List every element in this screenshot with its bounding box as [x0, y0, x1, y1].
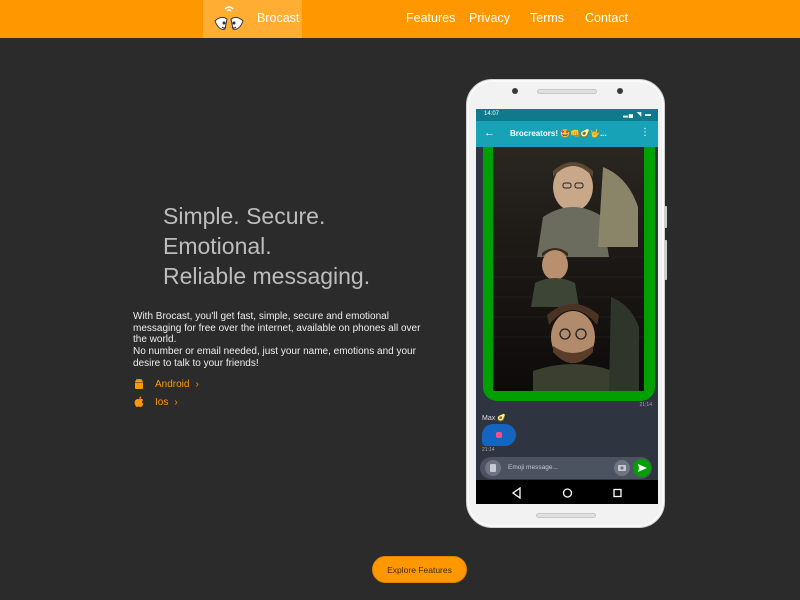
android-download-link[interactable]: Android › — [133, 378, 199, 390]
nav-back-icon[interactable] — [511, 486, 522, 504]
status-icons: ▂▄ ◥ ▬ — [623, 112, 652, 118]
camera-icon[interactable] — [614, 460, 630, 476]
android-nav-bar — [476, 480, 658, 504]
image-message[interactable] — [483, 147, 655, 401]
hero-description: With Brocast, you'll get fast, simple, s… — [133, 311, 423, 370]
ios-download-link[interactable]: Ios › — [133, 396, 178, 408]
phone-speaker — [537, 89, 597, 94]
hero-title-line: Emotional. — [163, 233, 272, 259]
back-arrow-icon[interactable]: ← — [484, 127, 495, 139]
image-message-time: 21:14 — [639, 402, 652, 408]
android-link-label: Android — [155, 378, 190, 390]
more-vert-icon[interactable]: ⋮ — [640, 127, 650, 138]
status-time: 14:07 — [484, 111, 500, 117]
brocast-logo-icon — [214, 6, 244, 30]
hero-title-line: Reliable messaging. — [163, 263, 371, 289]
chat-title: Brocreators! 🤩👊🥑🤟... — [510, 129, 607, 138]
emoji-message-input[interactable]: Emoji message... — [508, 464, 558, 471]
chevron-right-icon: › — [174, 396, 178, 408]
phone-camera — [512, 88, 518, 94]
nav-recents-icon[interactable] — [612, 486, 623, 504]
brand-name: Brocast — [257, 11, 300, 25]
send-icon[interactable] — [633, 459, 651, 477]
hero-title: Simple. Secure. Emotional. Reliable mess… — [163, 201, 370, 291]
emoji-icon — [496, 432, 502, 438]
phone-sensor — [617, 88, 623, 94]
hero-description-paragraph: With Brocast, you'll get fast, simple, s… — [133, 311, 421, 346]
brand-home-link[interactable]: Brocast — [203, 0, 302, 38]
emoji-message-time: 21:14 — [482, 447, 495, 453]
sender-name: Max 🥑 — [482, 415, 506, 422]
phone-side-button — [664, 240, 667, 280]
phone-side-button — [664, 206, 667, 228]
top-navbar: Brocast Features Privacy Terms Contact — [0, 0, 800, 38]
android-icon — [135, 378, 143, 389]
message-compose-bar: Emoji message... — [480, 457, 652, 479]
nav-link-features[interactable]: Features — [406, 11, 455, 25]
nav-home-icon[interactable] — [562, 486, 573, 504]
phone-mockup: 14:07 ▂▄ ◥ ▬ ← Brocreators! 🤩👊🥑🤟... ⋮ 21… — [466, 79, 667, 528]
apple-icon — [134, 396, 144, 407]
chat-header: ← Brocreators! 🤩👊🥑🤟... ⋮ — [476, 121, 658, 147]
group-photo — [493, 147, 644, 391]
nav-link-terms[interactable]: Terms — [530, 11, 564, 25]
ios-link-label: Ios — [155, 396, 169, 408]
chevron-right-icon: › — [195, 378, 199, 390]
attach-icon[interactable] — [485, 460, 501, 476]
hero-title-line: Simple. Secure. — [163, 203, 326, 229]
explore-features-button[interactable]: Explore Features — [372, 556, 467, 583]
group-photo-image — [493, 147, 644, 391]
status-bar: 14:07 ▂▄ ◥ ▬ — [476, 109, 658, 121]
nav-link-privacy[interactable]: Privacy — [469, 11, 510, 25]
hero-description-paragraph: No number or email needed, just your nam… — [133, 346, 416, 369]
phone-screen: 14:07 ▂▄ ◥ ▬ ← Brocreators! 🤩👊🥑🤟... ⋮ 21… — [476, 109, 658, 504]
emoji-message-bubble[interactable] — [482, 424, 516, 446]
phone-bottom-speaker — [536, 513, 596, 518]
nav-link-contact[interactable]: Contact — [585, 11, 628, 25]
